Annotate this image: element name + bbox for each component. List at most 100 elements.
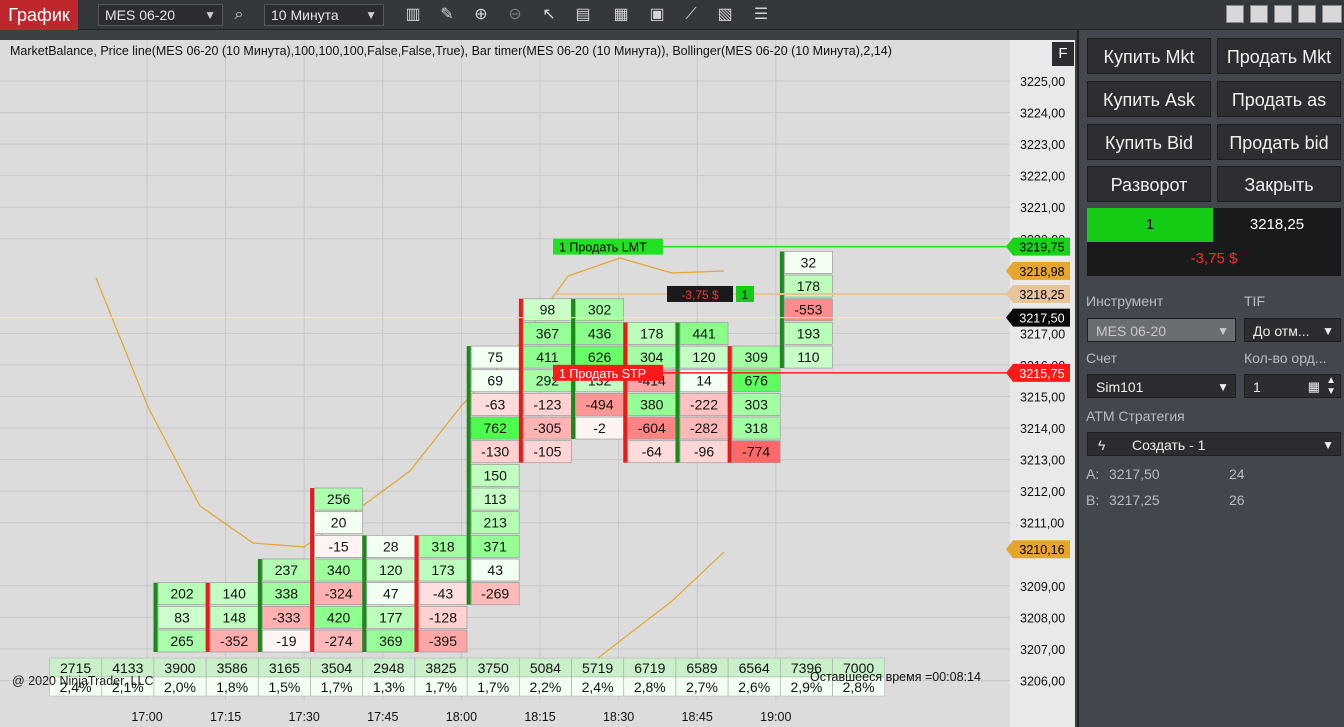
calculator-icon[interactable]: ▦ (1308, 375, 1320, 399)
candle-body-strip (623, 322, 628, 463)
tif-select[interactable]: До отм... ▼ (1244, 318, 1341, 342)
position-quantity[interactable]: 1 (1087, 208, 1213, 242)
footprint-cell-value: 371 (484, 538, 508, 554)
position-pnl: -3,75 $ (1087, 242, 1341, 276)
volume-value: 6589 (686, 660, 717, 676)
bid-label: B: (1086, 492, 1100, 508)
footprint-cell-value: 43 (487, 562, 503, 578)
footprint-cell-value: -333 (272, 609, 300, 625)
instrument-selector[interactable]: MES 06-20 ▼ (98, 4, 223, 26)
candle-body-strip (205, 582, 210, 653)
price-axis-label: 3225,00 (1020, 75, 1065, 89)
properties-icon[interactable]: ▦ (610, 4, 632, 26)
zoom-in-icon[interactable]: ⊕ (470, 4, 492, 26)
instrument-field[interactable]: MES 06-20 ▼ (1087, 318, 1236, 342)
chart-canvas[interactable]: 17:00 17:15 17:30 17:45 18:00 18:15 18:30 18:45… (0, 40, 1075, 727)
footprint-cell-value: 14 (696, 373, 712, 389)
footprint-cell-value: -123 (533, 396, 561, 412)
sell-market-button[interactable]: Продать Mkt (1217, 38, 1341, 74)
f-button[interactable]: F (1052, 42, 1074, 66)
zoom-out-icon[interactable]: ⊖ (504, 4, 526, 26)
bar-type-icon[interactable]: ▥ (402, 4, 424, 26)
price-axis-label: 3212,00 (1020, 485, 1065, 499)
atm-value: Создать - 1 (1132, 437, 1206, 453)
atm-select[interactable]: ϟ Создать - 1 ▼ (1087, 432, 1341, 456)
buy-market-button[interactable]: Купить Mkt (1087, 38, 1211, 74)
buy-ask-button[interactable]: Купить Ask (1087, 81, 1211, 117)
price-axis-label: 3208,00 (1020, 611, 1065, 625)
percent-value: 2,0% (164, 679, 196, 695)
footprint-cell-value: 173 (431, 562, 455, 578)
price-axis-label: 3206,00 (1020, 674, 1065, 688)
footprint-cell-value: 318 (431, 538, 455, 554)
close-position-button[interactable]: Закрыть (1217, 166, 1341, 202)
candle-body-strip (727, 346, 732, 463)
footprint-cell-value: -352 (220, 633, 248, 649)
quantity-stepper[interactable]: 1 ▦ ▲ ▼ (1244, 374, 1341, 398)
reverse-button[interactable]: Разворот (1087, 166, 1211, 202)
order-label-text[interactable]: 1 Продать STP (559, 367, 646, 381)
footprint-cell-value: -282 (690, 420, 718, 436)
indicators-icon[interactable]: ⟋ (680, 4, 702, 26)
chart-tab-title[interactable]: График (0, 0, 78, 30)
candle-body-strip (675, 322, 680, 463)
footprint-cell-value: 83 (174, 609, 190, 625)
footprint-cell-value: 309 (745, 349, 769, 365)
time-axis-label: 17:45 (367, 710, 398, 724)
close-icon[interactable] (1322, 5, 1342, 23)
menu-list-icon[interactable]: ☰ (750, 4, 772, 26)
pencil-icon[interactable]: ✎ (436, 4, 458, 26)
instrument-value: MES 06-20 (105, 7, 176, 23)
copyright-text: @ 2020 NinjaTrader, LLC (12, 674, 154, 688)
percent-value: 1,3% (373, 679, 405, 695)
footprint-cell-value: -2 (593, 420, 606, 436)
price-axis-label: 3214,00 (1020, 422, 1065, 436)
account-select[interactable]: Sim101 ▼ (1087, 374, 1236, 398)
candle-body-strip (414, 535, 419, 653)
footprint-cell-value: 340 (327, 562, 351, 578)
price-marker-label: 3218,98 (1019, 265, 1064, 279)
volume-value: 3165 (269, 660, 300, 676)
volume-value: 3586 (217, 660, 248, 676)
price-axis-label: 3213,00 (1020, 454, 1065, 468)
position-avg-price: 3218,25 (1213, 208, 1341, 242)
volume-value: 3504 (321, 660, 352, 676)
ask-size: 24 (1229, 466, 1245, 482)
footprint-cell-value: 302 (588, 302, 612, 318)
candle-body-strip (466, 346, 471, 605)
price-marker-label: 3218,25 (1019, 288, 1064, 302)
sell-bid-button[interactable]: Продать bid (1217, 124, 1341, 160)
window-tile2-icon[interactable] (1250, 5, 1268, 23)
candle-body-strip (257, 559, 262, 653)
instrument-field-value: MES 06-20 (1096, 323, 1167, 339)
price-axis-label: 3221,00 (1020, 201, 1065, 215)
footprint-cell-value: 762 (484, 420, 508, 436)
chart-area[interactable]: 17:00 17:15 17:30 17:45 18:00 18:15 18:30 18:45… (0, 40, 1075, 727)
footprint-cell-value: -43 (433, 586, 453, 602)
strategies-icon[interactable]: ▧ (714, 4, 736, 26)
percent-value: 2,8% (634, 679, 666, 695)
sell-ask-button[interactable]: Продать as (1217, 81, 1341, 117)
footprint-cell-value: 411 (536, 349, 559, 365)
footprint-cell-value: 113 (484, 491, 507, 507)
minimize-icon[interactable] (1274, 5, 1292, 23)
volume-value: 5084 (530, 660, 561, 676)
interval-selector[interactable]: 10 Минута ▼ (264, 4, 384, 26)
window-tile-icon[interactable] (1226, 5, 1244, 23)
stepper-arrows-icon[interactable]: ▲ ▼ (1326, 375, 1336, 397)
price-marker-label: 3215,75 (1019, 367, 1064, 381)
footprint-cell-value: -324 (325, 586, 353, 602)
buy-bid-button[interactable]: Купить Bid (1087, 124, 1211, 160)
data-box-icon[interactable]: ▤ (572, 4, 594, 26)
footprint-cell-value: 441 (692, 325, 716, 341)
volume-value: 5719 (582, 660, 613, 676)
pointer-icon[interactable]: ↖ (538, 4, 560, 26)
price-axis-label: 3207,00 (1020, 643, 1065, 657)
percent-value: 1,7% (321, 679, 353, 695)
order-label-text[interactable]: 1 Продать LMT (559, 241, 647, 255)
footprint-cell-value: 256 (327, 491, 351, 507)
footprint-cell-value: 32 (801, 254, 817, 270)
maximize-icon[interactable] (1298, 5, 1316, 23)
search-icon[interactable]: ⌕ (228, 4, 250, 26)
chart-trader-icon[interactable]: ▣ (646, 4, 668, 26)
